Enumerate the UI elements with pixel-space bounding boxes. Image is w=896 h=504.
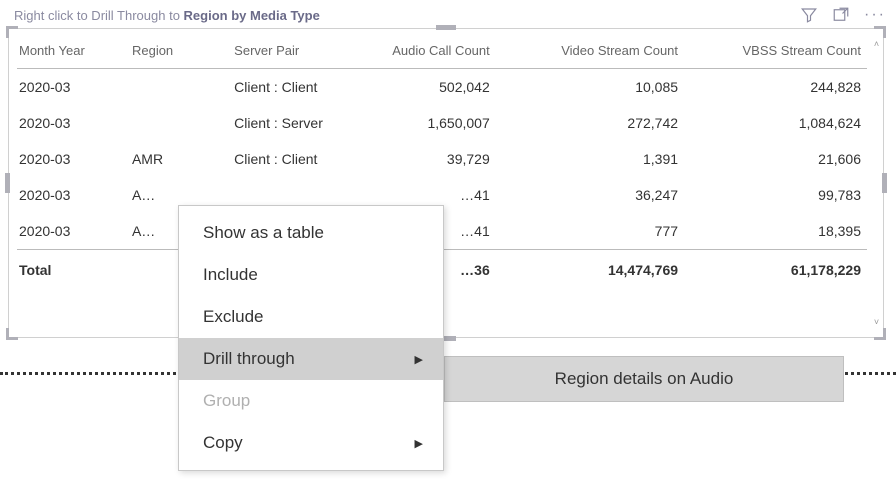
table-row[interactable]: 2020-03 Client : Server 1,650,007 272,74… [17, 105, 867, 141]
cell-vbss: 18,395 [684, 213, 867, 250]
cell-total-video: 14,474,769 [496, 250, 684, 289]
table-visual: Month Year Region Server Pair Audio Call… [8, 28, 884, 338]
resize-handle-br[interactable] [874, 328, 886, 340]
cell-region [130, 69, 232, 106]
cell-audio: 39,729 [372, 141, 496, 177]
resize-handle-left[interactable] [5, 173, 10, 193]
cell-audio: 502,042 [372, 69, 496, 106]
table-header-row: Month Year Region Server Pair Audio Call… [17, 35, 867, 69]
col-month-year[interactable]: Month Year [17, 35, 130, 69]
chevron-right-icon: ▶ [415, 437, 423, 450]
cell-audio: 1,650,007 [372, 105, 496, 141]
cell-region [130, 105, 232, 141]
ctx-drill-through[interactable]: Drill through ▶ [179, 338, 443, 380]
ctx-region-details-audio[interactable]: Region details on Audio [445, 357, 843, 401]
cell-vbss: 244,828 [684, 69, 867, 106]
cell-month-year: 2020-03 [17, 105, 130, 141]
cell-total-vbss: 61,178,229 [684, 250, 867, 289]
cell-month-year: 2020-03 [17, 177, 130, 213]
col-audio[interactable]: Audio Call Count [372, 35, 496, 69]
ctx-label: Copy [203, 433, 243, 453]
cell-month-year: 2020-03 [17, 69, 130, 106]
ctx-label: Show as a table [203, 223, 324, 243]
drill-through-submenu: Region details on Audio [444, 356, 844, 402]
col-region[interactable]: Region [130, 35, 232, 69]
cell-server-pair: Client : Client [232, 141, 372, 177]
ctx-show-as-table[interactable]: Show as a table [179, 212, 443, 254]
more-options-icon[interactable]: ··· [864, 6, 886, 24]
cell-vbss: 21,606 [684, 141, 867, 177]
ctx-exclude[interactable]: Exclude [179, 296, 443, 338]
resize-handle-top[interactable] [436, 25, 456, 30]
cell-video: 10,085 [496, 69, 684, 106]
ctx-label: Region details on Audio [555, 369, 734, 389]
ctx-label: Exclude [203, 307, 263, 327]
ctx-group: Group [179, 380, 443, 422]
ctx-copy[interactable]: Copy ▶ [179, 422, 443, 464]
col-server-pair[interactable]: Server Pair [232, 35, 372, 69]
cell-total-label: Total [17, 250, 130, 289]
cell-vbss: 99,783 [684, 177, 867, 213]
ctx-label: Drill through [203, 349, 295, 369]
cell-server-pair: Client : Server [232, 105, 372, 141]
cell-video: 272,742 [496, 105, 684, 141]
cell-month-year: 2020-03 [17, 141, 130, 177]
cell-region: AMR [130, 141, 232, 177]
cell-month-year: 2020-03 [17, 213, 130, 250]
scroll-up-icon[interactable]: ˄ [874, 39, 879, 49]
resize-handle-tr[interactable] [874, 26, 886, 38]
cell-vbss: 1,084,624 [684, 105, 867, 141]
table-row[interactable]: 2020-03 AMR Client : Client 39,729 1,391… [17, 141, 867, 177]
ctx-label: Group [203, 391, 250, 411]
visual-header-icons: ··· [800, 6, 886, 24]
title-prefix: Right click to Drill Through to [14, 8, 184, 23]
cell-video: 777 [496, 213, 684, 250]
cell-server-pair: Client : Client [232, 69, 372, 106]
title-bold: Region by Media Type [184, 8, 320, 23]
col-video[interactable]: Video Stream Count [496, 35, 684, 69]
visual-header: Right click to Drill Through to Region b… [0, 0, 896, 28]
context-menu: Show as a table Include Exclude Drill th… [178, 205, 444, 471]
filter-icon[interactable] [800, 6, 818, 24]
table-row[interactable]: 2020-03 Client : Client 502,042 10,085 2… [17, 69, 867, 106]
ctx-include[interactable]: Include [179, 254, 443, 296]
focus-mode-icon[interactable] [832, 6, 850, 24]
col-vbss[interactable]: VBSS Stream Count [684, 35, 867, 69]
cell-video: 36,247 [496, 177, 684, 213]
ctx-label: Include [203, 265, 258, 285]
chevron-right-icon: ▶ [415, 353, 423, 366]
vertical-scrollbar[interactable]: ˄ ˅ [872, 39, 881, 327]
visual-title: Right click to Drill Through to Region b… [14, 8, 320, 23]
cell-video: 1,391 [496, 141, 684, 177]
scroll-down-icon[interactable]: ˅ [874, 317, 879, 327]
resize-handle-right[interactable] [882, 173, 887, 193]
